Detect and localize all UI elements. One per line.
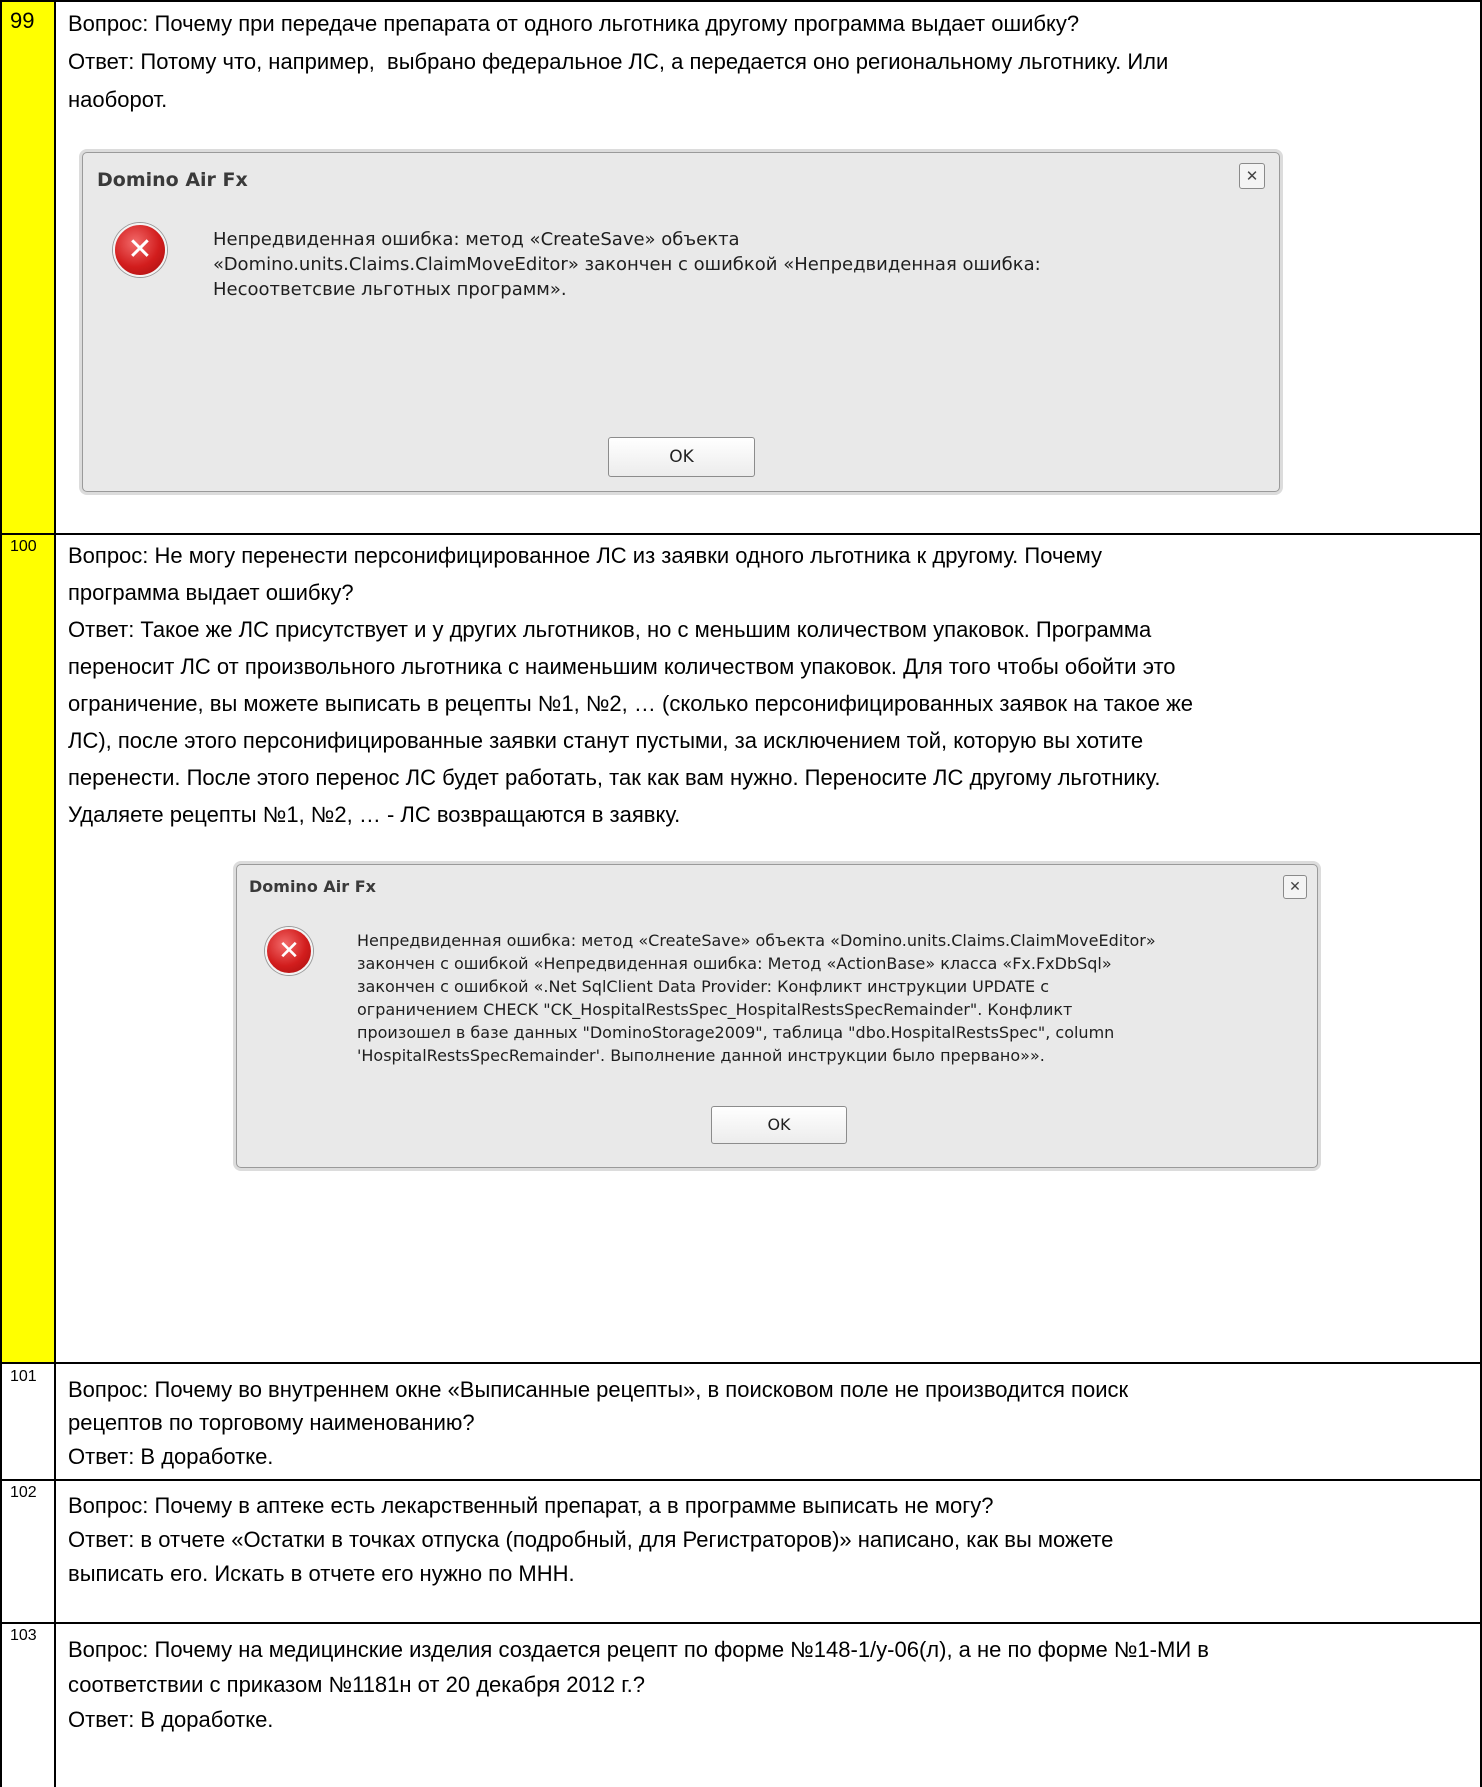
row-100-question-line: Вопрос: Не могу перенести персонифициров… — [68, 543, 1103, 568]
row-103-number: 103 — [10, 1627, 37, 1644]
table-border-top — [0, 0, 1482, 2]
row-102-answer-line: Ответ: в отчете «Остатки в точках отпуск… — [68, 1527, 1114, 1552]
dialog-title: Domino Air Fx — [249, 877, 376, 896]
ok-button[interactable]: OK — [711, 1106, 847, 1144]
faq-table: 99 Вопрос: Почему при передаче препарата… — [0, 0, 1482, 1787]
dialog-message-line: 'HospitalRestsSpecRemainder'. Выполнение… — [357, 1046, 1045, 1065]
row-100-answer-line: Удаляете рецепты №1, №2, … - ЛС возвраща… — [68, 802, 681, 827]
error-dialog: Domino Air Fx ✕ ✕ Непредвиденная ошибка:… — [236, 864, 1318, 1168]
row-100-number: 100 — [10, 538, 37, 555]
ok-button[interactable]: OK — [608, 437, 755, 477]
error-dialog: Domino Air Fx ✕ ✕ Непредвиденная ошибка:… — [82, 152, 1280, 492]
dialog-message-line: Непредвиденная ошибка: метод «CreateSave… — [357, 931, 1156, 950]
close-icon[interactable]: ✕ — [1283, 875, 1307, 899]
dialog-message-line: Несоответсвие льготных программ». — [213, 279, 567, 300]
row-100-number-bg — [2, 535, 54, 1362]
row-divider — [0, 533, 1482, 535]
row-99-question: Вопрос: Почему при передаче препарата от… — [68, 11, 1080, 36]
row-divider — [0, 1622, 1482, 1624]
row-100-answer-line: ограничение, вы можете выписать в рецепт… — [68, 691, 1194, 716]
row-100-question-line: программа выдает ошибку? — [68, 580, 354, 605]
row-102-number: 102 — [10, 1484, 37, 1501]
row-102-question: Вопрос: Почему в аптеке есть лекарственн… — [68, 1493, 994, 1518]
dialog-message-line: закончен с ошибкой «.Net SqlClient Data … — [357, 977, 1050, 996]
row-99-number-bg — [2, 2, 54, 533]
row-100-answer-line: переносит ЛС от произвольного льготника … — [68, 654, 1176, 679]
dialog-message-line: ограничением CHECK "CK_HospitalRestsSpec… — [357, 1000, 1073, 1019]
dialog-message-line: Непредвиденная ошибка: метод «CreateSave… — [213, 229, 740, 250]
row-100-answer-line: перенести. После этого перенос ЛС будет … — [68, 765, 1161, 790]
close-icon[interactable]: ✕ — [1239, 163, 1265, 189]
error-icon: ✕ — [265, 927, 313, 975]
row-101-question-line: рецептов по торговому наименованию? — [68, 1410, 475, 1435]
row-101-answer: Ответ: В доработке. — [68, 1444, 274, 1469]
table-column-divider — [54, 0, 56, 1787]
row-99-number: 99 — [10, 8, 35, 33]
dialog-message-line: «Domino.units.Claims.ClaimMoveEditor» за… — [213, 254, 1041, 275]
row-103-answer: Ответ: В доработке. — [68, 1707, 274, 1732]
row-99-answer-line: Ответ: Потому что, например, выбрано фед… — [68, 49, 1169, 74]
row-101-number: 101 — [10, 1368, 37, 1385]
row-100-answer-line: Ответ: Такое же ЛС присутствует и у друг… — [68, 617, 1152, 642]
dialog-message-line: закончен с ошибкой «Непредвиденная ошибк… — [357, 954, 1112, 973]
error-icon: ✕ — [113, 223, 167, 277]
dialog-message-line: произошел в базе данных "DominoStorage20… — [357, 1023, 1115, 1042]
row-102-answer-line: выписать его. Искать в отчете его нужно … — [68, 1561, 575, 1586]
row-101-question-line: Вопрос: Почему во внутреннем окне «Выпис… — [68, 1377, 1129, 1402]
row-100-answer-line: ЛС), после этого персонифицированные зая… — [68, 728, 1144, 753]
row-99-answer-line: наоборот. — [68, 87, 168, 112]
row-divider — [0, 1362, 1482, 1364]
row-divider — [0, 1479, 1482, 1481]
row-103-question-line: соответствии с приказом №1181н от 20 дек… — [68, 1672, 645, 1697]
dialog-title: Domino Air Fx — [97, 169, 248, 191]
row-103-question-line: Вопрос: Почему на медицинские изделия со… — [68, 1637, 1209, 1662]
